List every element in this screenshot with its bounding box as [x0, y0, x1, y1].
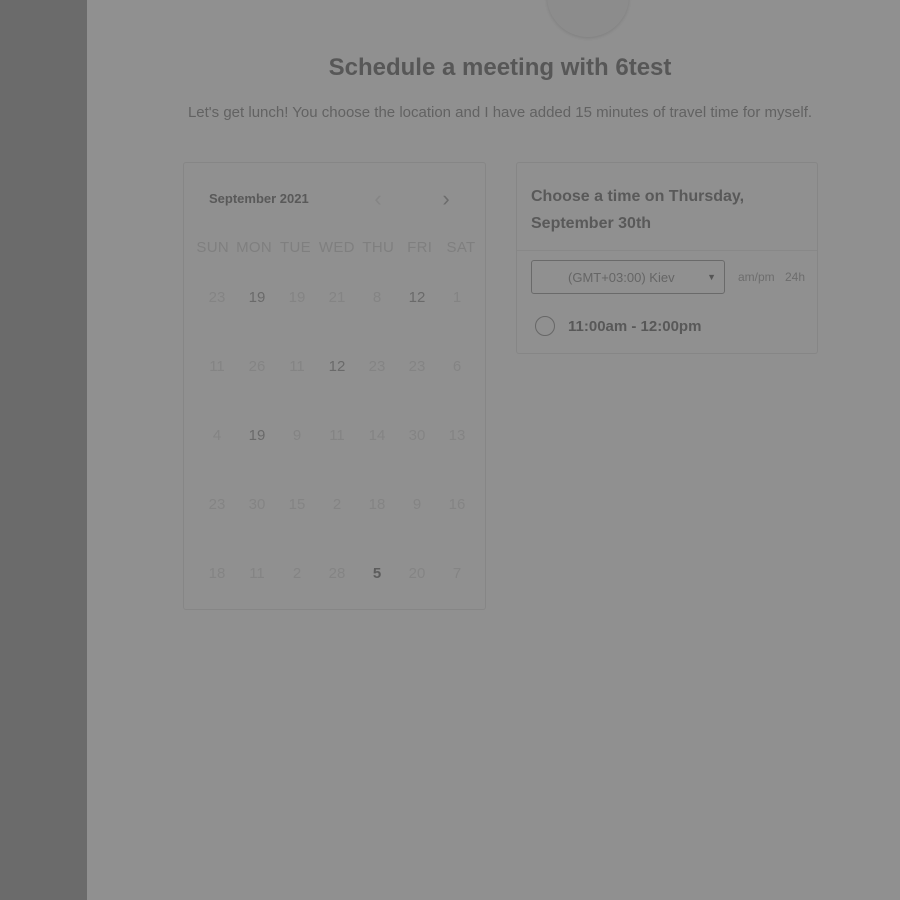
format-24h-toggle[interactable]: 24h — [785, 270, 805, 284]
calendar-day[interactable]: 23 — [357, 357, 397, 426]
radio-button[interactable] — [535, 316, 555, 336]
calendar-day[interactable]: 23 — [197, 288, 237, 357]
weekday-label: WED — [318, 239, 355, 256]
weekday-label: MON — [236, 239, 273, 256]
calendar-day[interactable]: 2 — [317, 495, 357, 564]
timezone-select[interactable]: (GMT+03:00) Kiev ▼ — [531, 260, 725, 294]
calendar-day[interactable]: 19 — [237, 288, 277, 357]
calendar-day[interactable]: 1 — [437, 288, 477, 357]
timezone-value: (GMT+03:00) Kiev — [568, 270, 675, 285]
format-ampm-toggle[interactable]: am/pm — [738, 270, 775, 284]
caret-down-icon: ▼ — [707, 272, 716, 282]
calendar-day[interactable]: 4 — [197, 426, 237, 495]
calendar-day[interactable]: 21 — [317, 288, 357, 357]
avatar — [547, 0, 629, 37]
page-subtitle: Let's get lunch! You choose the location… — [187, 104, 813, 121]
calendar-day[interactable]: 12 — [317, 357, 357, 426]
calendar-day[interactable]: 2 — [277, 564, 317, 633]
calendar-week: 11 26 11 12 23 23 6 — [197, 357, 477, 426]
calendar-day[interactable]: 11 — [317, 426, 357, 495]
time-slot-label: 11:00am - 12:00pm — [568, 318, 702, 335]
calendar-day[interactable]: 11 — [197, 357, 237, 426]
calendar-grid: 23 19 19 21 8 12 1 11 26 11 12 23 23 6 4… — [197, 288, 477, 633]
chevron-right-icon[interactable]: › — [436, 187, 456, 211]
calendar-day[interactable]: 13 — [437, 426, 477, 495]
calendar-day[interactable]: 30 — [237, 495, 277, 564]
calendar-day[interactable]: 23 — [197, 495, 237, 564]
calendar-day[interactable]: 18 — [197, 564, 237, 633]
time-panel-heading: Choose a time on Thursday, September 30t… — [531, 188, 745, 232]
weekday-label: SAT — [446, 239, 476, 256]
calendar-day[interactable]: 15 — [277, 495, 317, 564]
calendar-day[interactable]: 9 — [277, 426, 317, 495]
time-slot-option[interactable]: 11:00am - 12:00pm — [535, 315, 805, 341]
weekday-label: THU — [362, 239, 395, 256]
calendar-week: 4 19 9 11 14 30 13 — [197, 426, 477, 495]
calendar-month-label: September 2021 — [209, 191, 309, 206]
calendar-day[interactable]: 9 — [397, 495, 437, 564]
calendar-day[interactable]: 28 — [317, 564, 357, 633]
calendar-day[interactable]: 11 — [277, 357, 317, 426]
calendar-day[interactable]: 20 — [397, 564, 437, 633]
calendar-day[interactable]: 12 — [397, 288, 437, 357]
weekday-label: FRI — [407, 239, 433, 256]
calendar-week: 18 11 2 28 5 20 7 — [197, 564, 477, 633]
calendar-day[interactable]: 18 — [357, 495, 397, 564]
calendar-weekday-header: SUN MON TUE WED THU FRI SAT — [192, 239, 482, 259]
calendar-day[interactable]: 30 — [397, 426, 437, 495]
calendar: September 2021 ‹ › SUN MON TUE WED THU F… — [183, 162, 486, 610]
calendar-day-selected[interactable]: 5 — [357, 564, 397, 633]
calendar-day[interactable]: 7 — [437, 564, 477, 633]
calendar-day[interactable]: 11 — [237, 564, 277, 633]
calendar-day[interactable]: 8 — [357, 288, 397, 357]
calendar-day[interactable]: 19 — [277, 288, 317, 357]
calendar-day[interactable]: 14 — [357, 426, 397, 495]
calendar-day[interactable]: 19 — [237, 426, 277, 495]
calendar-day[interactable]: 16 — [437, 495, 477, 564]
weekday-label: TUE — [280, 239, 311, 256]
chevron-left-icon[interactable]: ‹ — [368, 187, 388, 211]
sidebar — [0, 0, 87, 900]
time-selection-panel: Choose a time on Thursday, September 30t… — [516, 162, 818, 354]
weekday-label: SUN — [196, 239, 229, 256]
calendar-day[interactable]: 26 — [237, 357, 277, 426]
divider — [517, 250, 817, 251]
page-title: Schedule a meeting with 6test — [328, 54, 672, 81]
calendar-week: 23 19 19 21 8 12 1 — [197, 288, 477, 357]
calendar-week: 23 30 15 2 18 9 16 — [197, 495, 477, 564]
calendar-day[interactable]: 23 — [397, 357, 437, 426]
calendar-day[interactable]: 6 — [437, 357, 477, 426]
